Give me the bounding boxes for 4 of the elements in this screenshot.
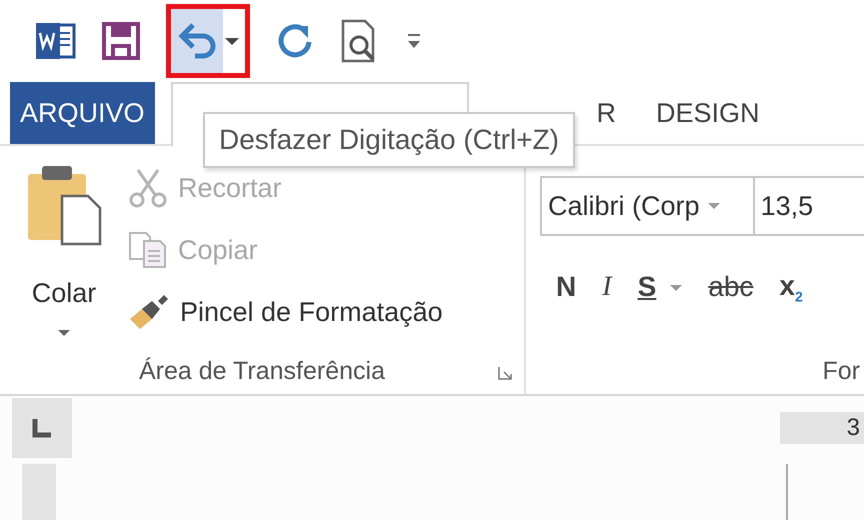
group-label: Área de Transferência	[0, 348, 524, 394]
group-label: For	[822, 356, 861, 386]
horizontal-ruler: 3	[780, 412, 864, 444]
tooltip: Desfazer Digitação (Ctrl+Z)	[203, 112, 575, 168]
